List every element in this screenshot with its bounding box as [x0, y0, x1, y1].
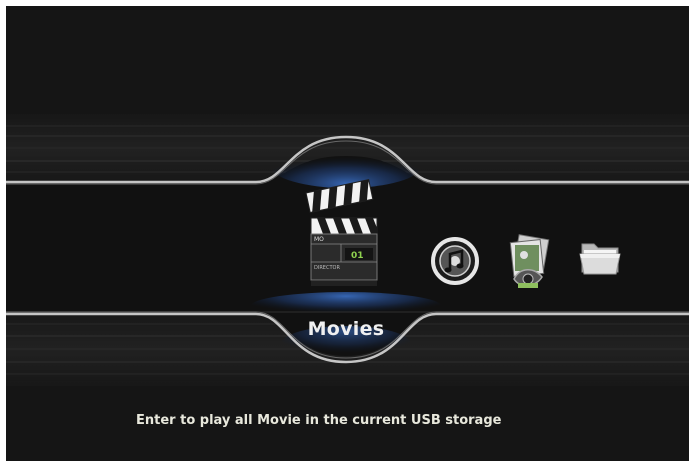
- clapper-director-label: DIRECTOR: [314, 265, 340, 271]
- photo-menu-item[interactable]: [506, 233, 552, 291]
- folder-menu-item[interactable]: [578, 234, 622, 278]
- clapper-scene-value: 01: [351, 251, 364, 261]
- movies-menu-item[interactable]: MO 01 DIRECTOR: [305, 178, 385, 288]
- photo-stack-icon: [509, 234, 550, 288]
- hint-text: Enter to play all Movie in the current U…: [136, 413, 502, 428]
- media-player-screen: MO 01 DIRECTOR Movies Enter to play all …: [6, 6, 689, 461]
- selected-category-label: Movies: [307, 318, 385, 340]
- clapper-tag: MO: [314, 236, 324, 243]
- folder-icon: [579, 243, 621, 275]
- media-category-menu: MO 01 DIRECTOR Movies: [6, 6, 689, 461]
- music-menu-item[interactable]: [430, 236, 480, 286]
- music-disc-icon: [431, 237, 479, 285]
- clapperboard-icon: MO 01 DIRECTOR: [305, 179, 378, 286]
